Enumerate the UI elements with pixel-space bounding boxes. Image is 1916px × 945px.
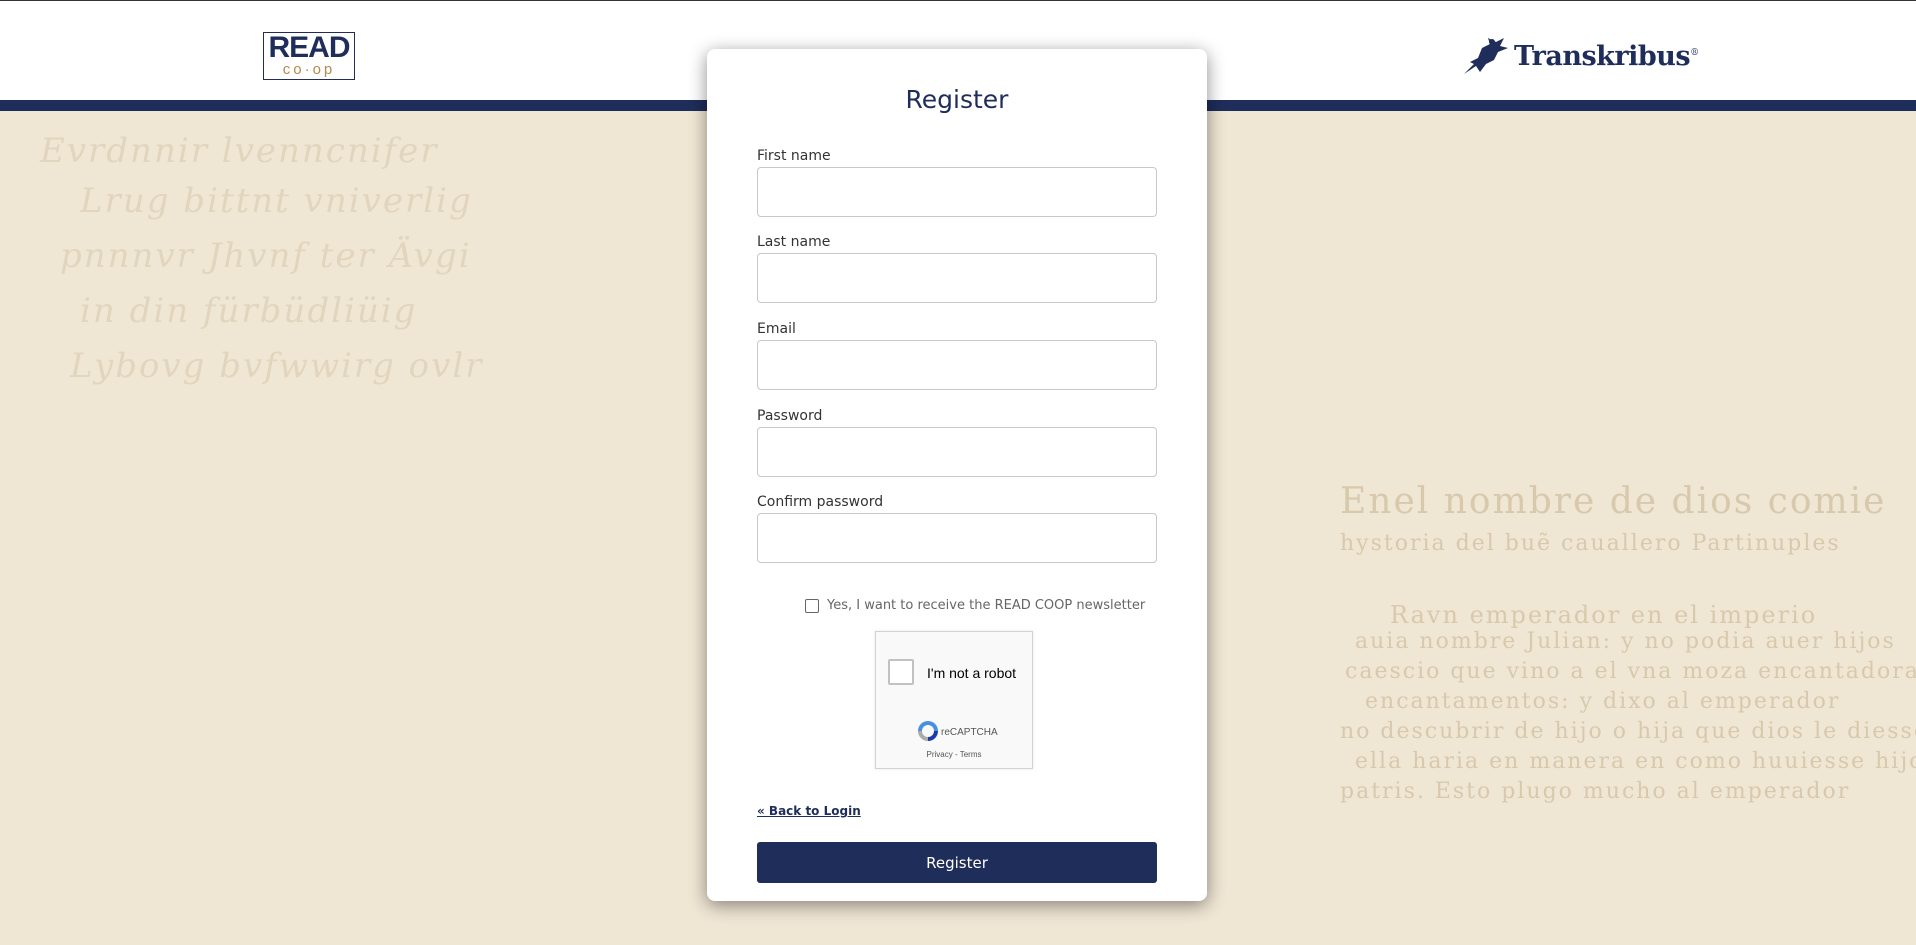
background-text: Enel nombre de dios comie [1340,481,1887,522]
background-text: auia nombre Julian: y no podia auer hijo… [1355,629,1896,654]
background-text: encantamentos: y dixo al emperador [1365,689,1841,714]
background-text: no descubrir de hijo o hija que dios le … [1340,719,1916,744]
background-text: Evrdnnir lvenncnifer [40,131,439,171]
page-title: Register [905,85,1009,114]
confirm-password-label: Confirm password [757,494,884,510]
recaptcha-brand: reCAPTCHA [941,727,998,738]
read-logo-bottom: co·op [282,61,336,78]
newsletter-checkbox[interactable] [805,598,819,613]
confirm-password-input[interactable] [757,513,1157,563]
recaptcha-label: I'm not a robot [927,665,1017,681]
register-card: Register First name Last name Email Pass… [707,49,1207,901]
first-name-label: First name [757,148,831,164]
read-coop-logo[interactable]: READ co·op [263,32,355,80]
recaptcha-logo-icon [918,721,938,741]
background-text: hystoria del buẽ cauallero Partinuples [1340,531,1841,556]
password-label: Password [757,408,823,424]
email-input[interactable] [757,340,1157,390]
register-button[interactable]: Register [757,842,1157,883]
background-text: patris. Esto plugo mucho al emperador [1340,779,1851,804]
email-label: Email [757,321,796,337]
first-name-input[interactable] [757,167,1157,217]
newsletter-label: Yes, I want to receive the READ COOP new… [827,598,1146,613]
background-text: ella haria en manera en como huuiesse hi… [1355,749,1916,774]
background-text: pnnnvr Jhvnf ter Ävgi [60,236,472,276]
background-text: Lrug bittnt vniverlig [80,181,473,221]
recaptcha-checkbox[interactable] [888,659,914,685]
transkribus-logo[interactable]: Transkribus® [1460,34,1699,78]
transkribus-wordmark: Transkribus® [1514,40,1699,72]
background-text: in din fürbüdliüig [80,291,418,331]
flying-figure-icon [1464,38,1508,74]
recaptcha-widget: I'm not a robot reCAPTCHA Privacy - Term… [875,631,1033,769]
background-text: caescio que vino a el vna moza encantado… [1345,659,1916,684]
read-logo-top: READ [268,31,350,64]
recaptcha-links[interactable]: Privacy - Terms [876,750,1032,759]
newsletter-option[interactable]: Yes, I want to receive the READ COOP new… [805,598,1145,613]
last-name-label: Last name [757,234,831,250]
background-text: Lybovg bvfwwirg ovlr [70,346,484,386]
back-to-login-link[interactable]: « Back to Login [757,804,861,818]
last-name-input[interactable] [757,253,1157,303]
background-text: Ravn emperador en el imperio [1390,601,1818,629]
password-input[interactable] [757,427,1157,477]
